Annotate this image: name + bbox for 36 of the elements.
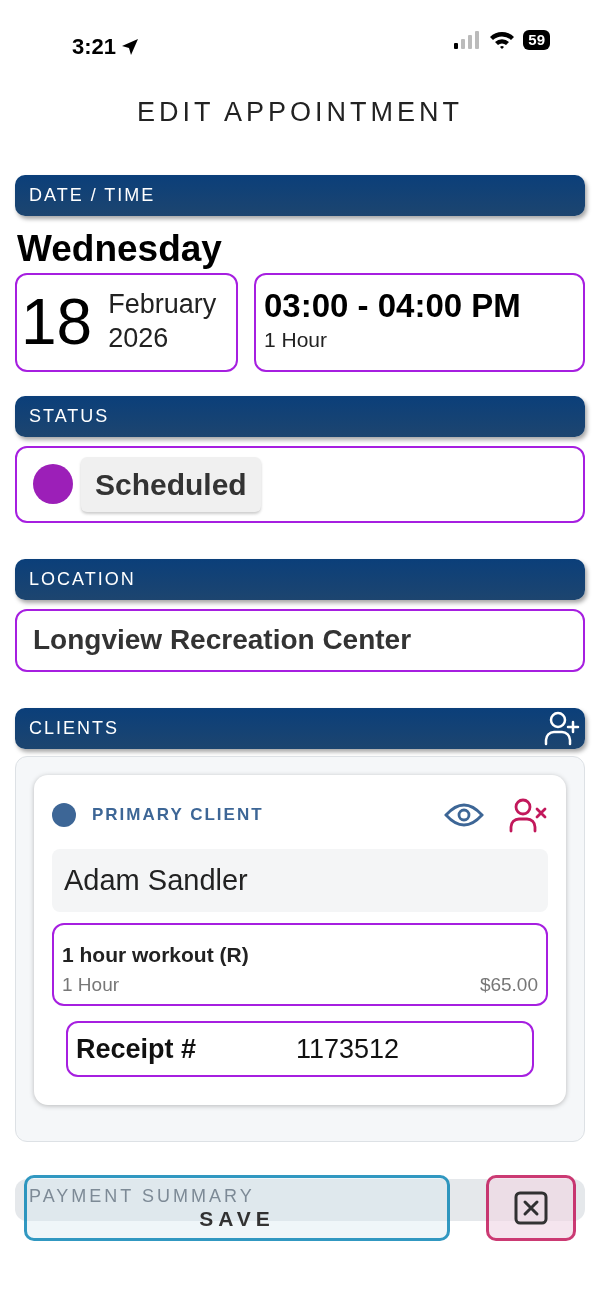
weekday-label: Wednesday [17, 229, 223, 267]
section-title: LOCATION [29, 567, 136, 591]
status-dot [33, 464, 73, 504]
receipt-field[interactable]: Receipt # 1173512 [66, 1021, 534, 1077]
close-icon [514, 1191, 548, 1225]
remove-person-icon[interactable] [508, 796, 548, 833]
receipt-label: Receipt # [76, 1032, 198, 1066]
add-person-icon[interactable] [543, 710, 581, 746]
section-title: STATUS [29, 404, 110, 428]
client-name: Adam Sandler [52, 848, 548, 912]
status-chip: Scheduled [81, 456, 261, 512]
time-range: 03:00 - 04:00 PM [264, 288, 522, 325]
service-price: $65.00 [479, 972, 538, 997]
service-field[interactable]: 1 hour workout (R) 1 Hour $65.00 [52, 923, 548, 1006]
duration-label: 1 Hour [264, 327, 329, 354]
time-field[interactable]: 03:00 - 04:00 PM 1 Hour [254, 272, 585, 372]
location-arrow-icon [120, 36, 141, 57]
cancel-button[interactable] [486, 1175, 576, 1241]
location-field[interactable]: Longview Recreation Center [15, 608, 585, 672]
section-title: CLIENTS [29, 716, 120, 740]
role-dot [52, 802, 76, 827]
section-title: PAYMENT SUMMARY [29, 1185, 255, 1208]
service-name: 1 hour workout (R) [62, 942, 250, 968]
clock-time: 3:21 [72, 33, 117, 61]
signal-icon [453, 31, 482, 49]
section-title: DATE / TIME [29, 183, 156, 207]
client-role: PRIMARY CLIENT [92, 803, 264, 826]
status-field[interactable]: Scheduled [15, 445, 585, 523]
service-duration: 1 Hour [62, 972, 120, 997]
month-label: February [108, 288, 217, 322]
wifi-icon [489, 30, 516, 50]
receipt-number: 1173512 [296, 1032, 400, 1066]
day-number: 18 [21, 290, 93, 354]
battery-indicator: 59 [523, 30, 550, 50]
year-label: 2026 [108, 322, 170, 355]
page-title: EDIT APPOINTMENT [135, 96, 464, 129]
